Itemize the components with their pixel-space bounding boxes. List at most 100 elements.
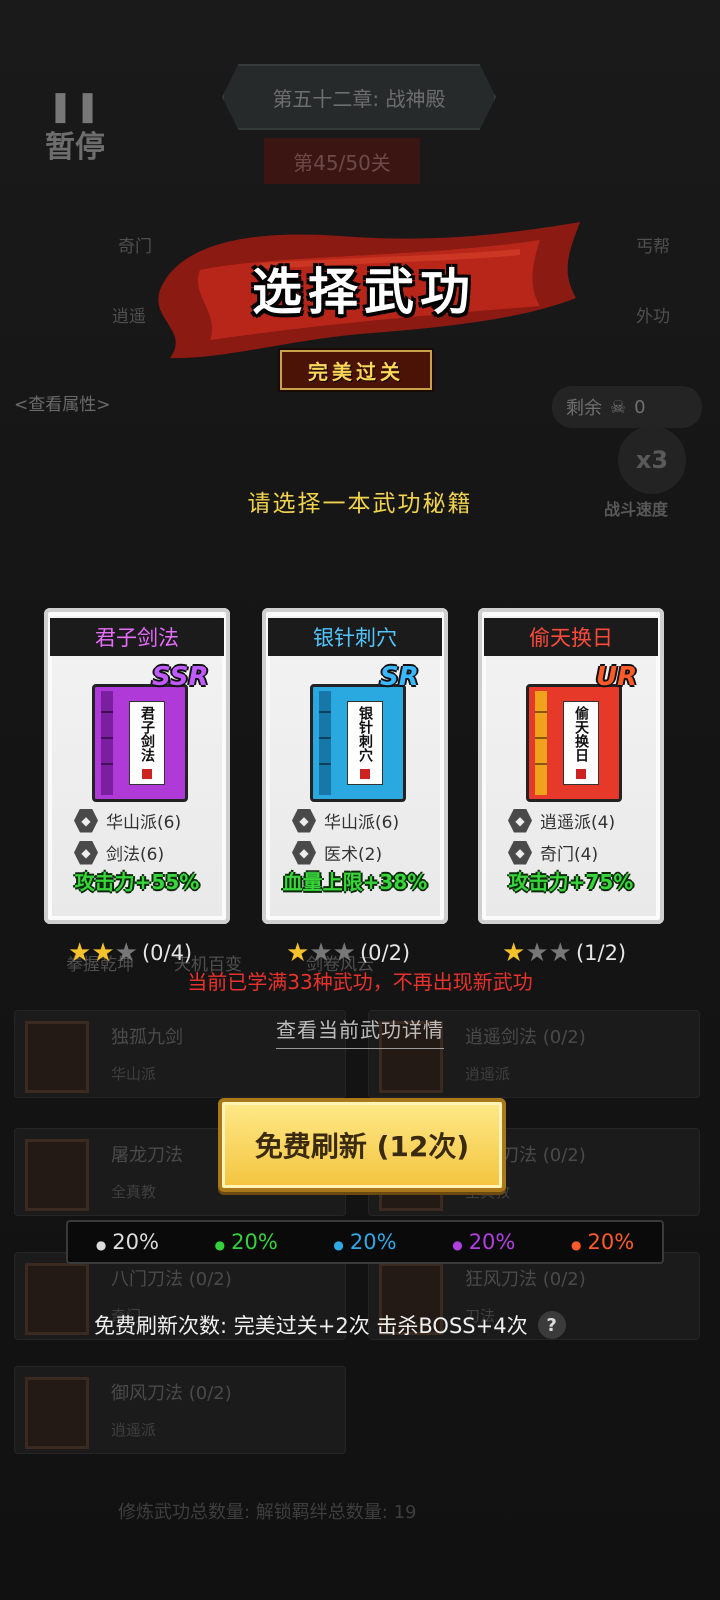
bg-skill-row-name: 屠龙刀法 bbox=[111, 1145, 183, 1166]
rarity-odds-value: 20% bbox=[587, 1230, 635, 1254]
star-icon: ★ bbox=[525, 938, 549, 968]
skull-icon: ☠ bbox=[610, 396, 627, 418]
book-spine bbox=[319, 691, 331, 795]
card-tag-label: 华山派(6) bbox=[106, 813, 182, 833]
xiaoyao-icon: ◆ bbox=[508, 808, 532, 833]
pause-icon: ❚❚ bbox=[47, 89, 103, 124]
star-icon: ★ bbox=[332, 938, 356, 968]
rarity-dot-icon: ● bbox=[333, 1238, 344, 1252]
card-tag: ◆ 医术(2) bbox=[292, 840, 382, 865]
seal-mark bbox=[360, 769, 370, 779]
card-tag-label: 医术(2) bbox=[324, 845, 383, 865]
bg-book-icon bbox=[25, 1139, 89, 1211]
rarity-badge: SR bbox=[380, 662, 419, 692]
star-progress: (0/2) bbox=[359, 941, 411, 965]
card-tag: ◆ 逍遥派(4) bbox=[508, 808, 615, 833]
card-title: 银针刺穴 bbox=[268, 618, 442, 656]
rarity-dot-icon: ● bbox=[214, 1238, 226, 1252]
view-skill-details-link[interactable]: 查看当前武功详情 bbox=[0, 1014, 720, 1049]
bg-skill-row: 御风刀法 (0/2) 逍遥派 bbox=[14, 1366, 346, 1454]
rarity-badge: SSR bbox=[152, 662, 209, 692]
card-tag-label: 华山派(6) bbox=[324, 813, 400, 833]
bg-skill-row-tag: 逍遥派 bbox=[465, 1065, 511, 1083]
banner-title: 选择武功 bbox=[252, 263, 476, 321]
star-rating: ★ ★ ★ (0/2) bbox=[286, 938, 410, 968]
card-tag-label: 奇门(4) bbox=[540, 845, 599, 865]
book-spine bbox=[535, 691, 547, 795]
bg-skill-row-name: 狂风刀法 (0/2) bbox=[465, 1269, 586, 1290]
skill-card[interactable]: 银针刺穴 银针刺穴 SR ◆ 华山派(6) ◆ 医术(2) 血量上限+38% bbox=[262, 608, 448, 924]
attr-label: 外功 bbox=[636, 307, 670, 327]
card-title: 偷天换日 bbox=[484, 618, 658, 656]
pause-button[interactable]: ❚❚ 暂停 bbox=[40, 92, 110, 166]
card-bonus: 攻击力+55% bbox=[74, 870, 200, 894]
seal-mark bbox=[576, 769, 586, 779]
card-bonus: 攻击力+75% bbox=[508, 870, 634, 894]
rarity-odds-item: ● 20% bbox=[571, 1230, 634, 1254]
view-attributes-link[interactable]: <查看属性> bbox=[14, 390, 111, 415]
free-refresh-button[interactable]: 免费刷新 (12次) bbox=[218, 1098, 506, 1192]
card-bonus: 血量上限+38% bbox=[282, 870, 428, 894]
card-tag: ◆ 华山派(6) bbox=[292, 808, 399, 833]
star-icon: ★ bbox=[548, 938, 572, 968]
rarity-odds-value: 20% bbox=[231, 1230, 278, 1254]
card-tag: ◆ 奇门(4) bbox=[508, 840, 598, 865]
help-icon[interactable]: ? bbox=[537, 1311, 566, 1339]
view-skill-details-label: 查看当前武功详情 bbox=[276, 1018, 444, 1049]
star-rating: ★ ★ ★ (1/2) bbox=[502, 938, 626, 968]
star-icon: ★ bbox=[114, 938, 138, 968]
star-icon: ★ bbox=[286, 938, 310, 968]
rarity-dot-icon: ● bbox=[95, 1238, 107, 1252]
book-icon: 君子剑法 bbox=[92, 684, 188, 802]
star-progress: (1/2) bbox=[575, 941, 627, 965]
skill-card[interactable]: 偷天换日 偷天换日 UR ◆ 逍遥派(4) ◆ 奇门(4) 攻击力+75% bbox=[478, 608, 664, 924]
star-icon: ★ bbox=[68, 938, 92, 968]
pause-label: 暂停 bbox=[45, 130, 105, 165]
seal-mark bbox=[142, 769, 152, 779]
sword-sect-icon: ◆ bbox=[74, 808, 98, 833]
bg-skill-row-tag: 全真教 bbox=[111, 1183, 157, 1201]
rarity-badge: UR bbox=[596, 662, 638, 692]
rarity-odds-item: ● 20% bbox=[333, 1230, 396, 1254]
star-rating: ★ ★ ★ (0/4) bbox=[68, 938, 192, 968]
bg-book-icon bbox=[25, 1263, 89, 1335]
book-icon: 偷天换日 bbox=[526, 684, 622, 802]
stage-counter: 第45/50关 bbox=[264, 138, 420, 184]
free-refresh-info: 免费刷新次数: 完美过关+2次 击杀BOSS+4次 ? bbox=[94, 1310, 566, 1340]
chapter-title: 第五十二章: 战神殿 bbox=[222, 64, 496, 130]
rarity-odds-value: 20% bbox=[468, 1230, 516, 1254]
card-tag: ◆ 华山派(6) bbox=[74, 808, 181, 833]
bg-skill-row-tag: 华山派 bbox=[111, 1065, 157, 1083]
card-tag: ◆ 剑法(6) bbox=[74, 840, 164, 865]
star-progress: (0/4) bbox=[141, 941, 193, 965]
bg-book-icon bbox=[25, 1377, 89, 1449]
qimen-icon: ◆ bbox=[508, 840, 532, 865]
bg-skill-row-name: 八门刀法 (0/2) bbox=[111, 1269, 232, 1290]
rarity-odds-item: ● 20% bbox=[96, 1230, 159, 1254]
card-tag-label: 剑法(6) bbox=[106, 845, 165, 865]
rarity-odds-value: 20% bbox=[349, 1230, 397, 1254]
sword-icon: ◆ bbox=[74, 840, 98, 865]
book-icon: 银针刺穴 bbox=[310, 684, 406, 802]
skill-card[interactable]: 君子剑法 君子剑法 SSR ◆ 华山派(6) ◆ 剑法(6) 攻击力+55% bbox=[44, 608, 230, 924]
medicine-icon: ◆ bbox=[292, 840, 316, 865]
star-icon: ★ bbox=[309, 938, 333, 968]
bg-skill-row-name: 御风刀法 (0/2) bbox=[111, 1383, 232, 1404]
star-icon: ★ bbox=[91, 938, 115, 968]
remaining-value: 0 bbox=[634, 396, 646, 418]
free-refresh-info-text: 免费刷新次数: 完美过关+2次 击杀BOSS+4次 bbox=[94, 1314, 528, 1338]
perfect-clear-badge: 完美过关 bbox=[278, 348, 434, 392]
remaining-counter: 剩余 ☠ 0 bbox=[552, 386, 702, 428]
star-icon: ★ bbox=[502, 938, 526, 968]
card-tag-label: 逍遥派(4) bbox=[540, 813, 616, 833]
rarity-odds-value: 20% bbox=[112, 1230, 159, 1254]
max-skills-warning: 当前已学满33种武功，不再出现新武功 bbox=[187, 970, 533, 994]
sword-sect-icon: ◆ bbox=[292, 808, 316, 833]
rarity-dot-icon: ● bbox=[571, 1238, 582, 1252]
remaining-label: 剩余 bbox=[566, 398, 602, 419]
rarity-odds-item: ● 20% bbox=[215, 1230, 278, 1254]
selection-prompt: 请选择一本武功秘籍 bbox=[247, 491, 473, 517]
book-spine bbox=[101, 691, 113, 795]
collection-stats: 修炼武功总数量: 解锁羁绊总数量: 19 bbox=[118, 1502, 417, 1523]
rarity-dot-icon: ● bbox=[452, 1238, 463, 1252]
